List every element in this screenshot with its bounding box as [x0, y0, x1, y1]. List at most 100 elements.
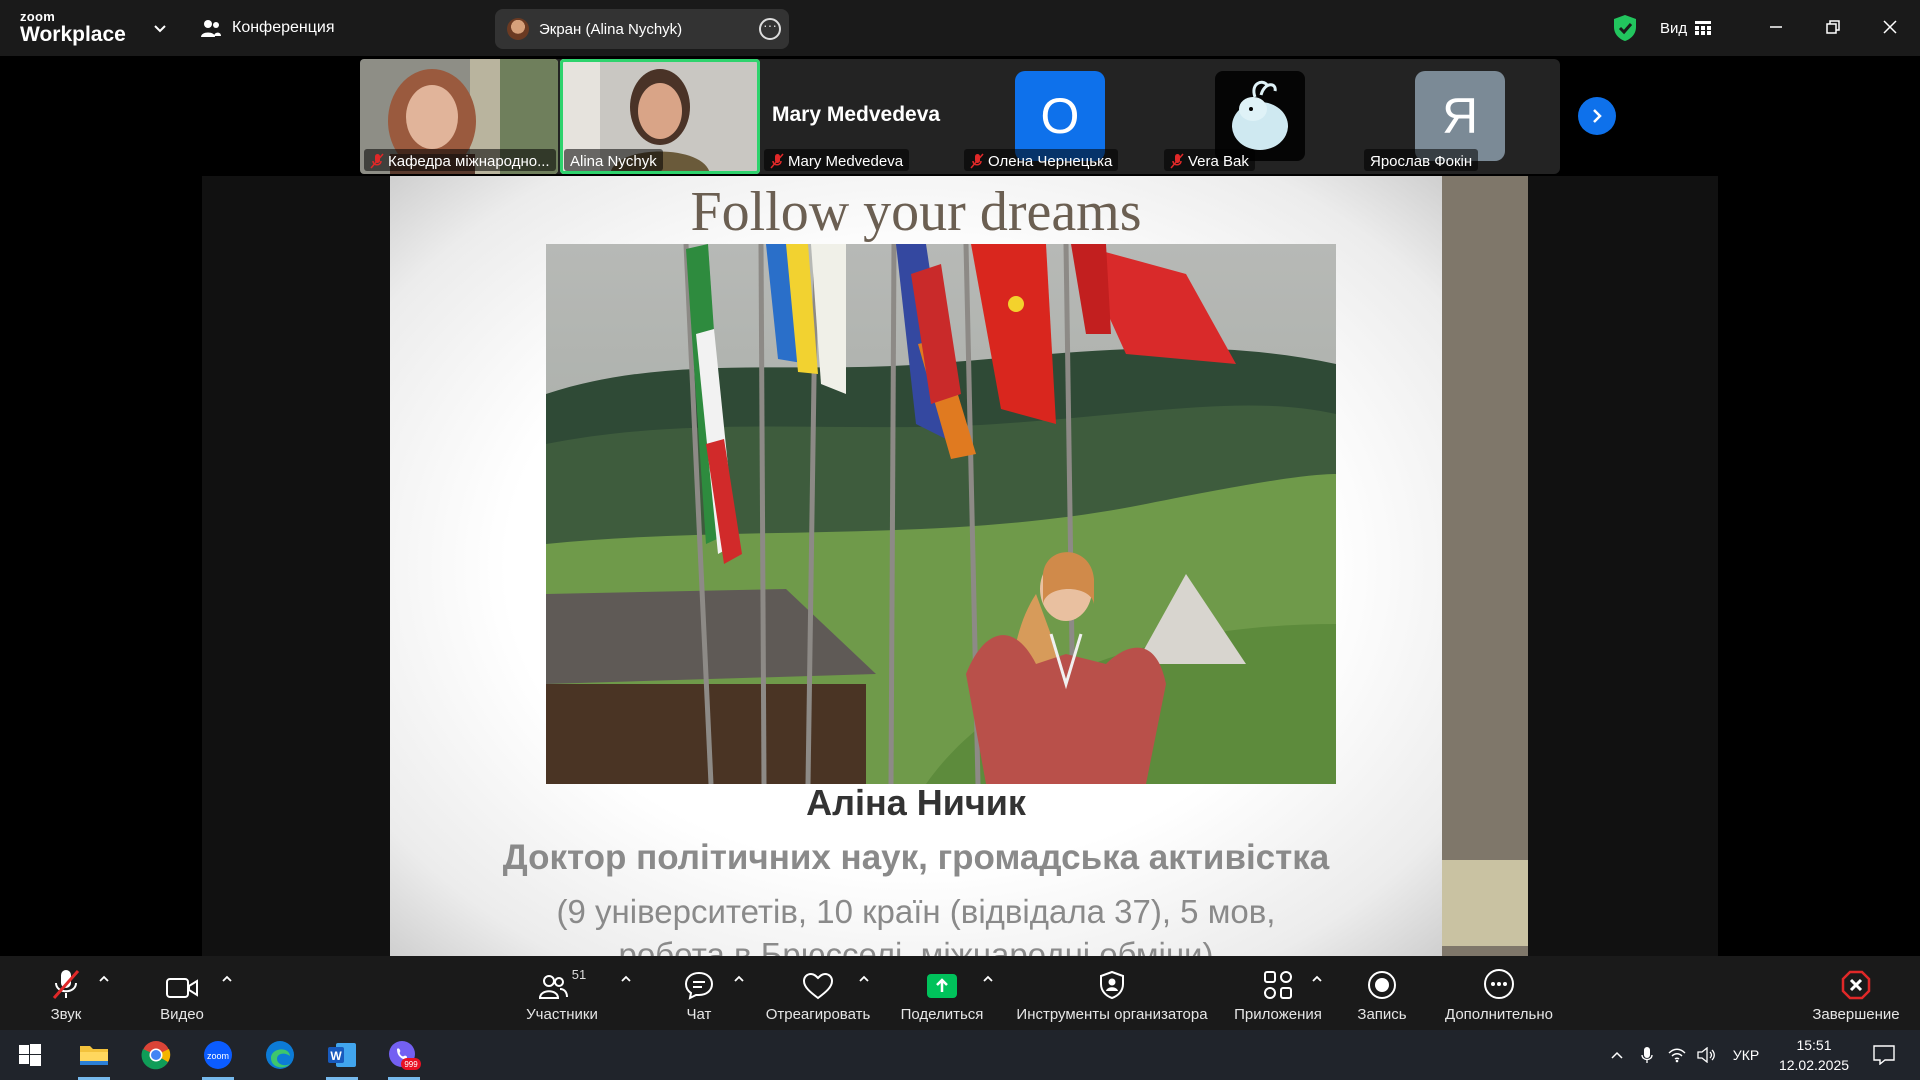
zoom-workplace-logo[interactable]: zoom Workplace: [20, 10, 126, 45]
participants-options-chevron-icon[interactable]: [620, 974, 632, 984]
viber-badge: 999: [404, 1060, 418, 1069]
participant-name: Кафедра міжнародно...: [388, 152, 550, 170]
participant-name-tag: Vera Bak Олена Чернецька: [964, 149, 1119, 171]
record-button[interactable]: Запись: [1348, 956, 1416, 1030]
audio-button[interactable]: Звук: [38, 956, 94, 1030]
slide-description-line-2: робота в Брюсселі, міжнародні обміни): [618, 936, 1214, 956]
windows-taskbar: zoom W 999 УКР 15:51 12.02.2025: [0, 1030, 1920, 1080]
share-options-chevron-icon[interactable]: [982, 974, 994, 984]
slide-speaker-title: Доктор політичних наук, громадська актив…: [502, 838, 1330, 877]
word-icon: W: [328, 1043, 356, 1067]
participant-name-tag: Alina Nychyk: [564, 149, 663, 171]
participant-name: Vera Bak: [1188, 152, 1249, 170]
slide-side-band: [1442, 860, 1528, 946]
apps-options-chevron-icon[interactable]: [1311, 974, 1323, 984]
slide-photo: [546, 244, 1336, 784]
edge-icon: [266, 1041, 294, 1069]
more-label: Дополнительно: [1445, 1006, 1553, 1023]
participants-icon: [538, 975, 568, 999]
minimize-button[interactable]: [1758, 12, 1794, 42]
svg-text:zoom: zoom: [207, 1051, 229, 1061]
participants-button[interactable]: 51 Участники: [520, 956, 604, 1030]
more-button[interactable]: Дополнительно: [1436, 956, 1562, 1030]
participant-tile[interactable]: Я Ярослав Фокін: [1360, 59, 1560, 174]
close-window-button[interactable]: [1872, 12, 1908, 42]
react-options-chevron-icon[interactable]: [858, 974, 870, 984]
minimize-icon: [1770, 26, 1782, 28]
slide-speaker-name: Аліна Ничик: [806, 782, 1026, 823]
chevron-right-icon: [1593, 109, 1602, 123]
mic-muted-icon: [770, 153, 784, 169]
mic-muted-icon: [1170, 153, 1184, 169]
encryption-shield-icon[interactable]: [1612, 14, 1638, 42]
participant-avatar: Я: [1415, 71, 1505, 161]
participant-tile[interactable]: О Vera Bak Олена Чернецька: [960, 59, 1160, 174]
apps-label: Приложения: [1234, 1006, 1322, 1023]
host-tools-label: Инструменты организатора: [1016, 1006, 1208, 1023]
share-screen-icon: [927, 974, 957, 998]
notification-icon: [1873, 1045, 1895, 1065]
restore-button[interactable]: [1815, 12, 1851, 42]
participant-tile[interactable]: Mary Medvedeva Mary Medvedeva: [760, 59, 960, 174]
folder-icon: [80, 1046, 108, 1065]
notifications-button[interactable]: [1864, 1030, 1904, 1080]
screen-share-indicator[interactable]: Экран (Alina Nychyk): [495, 9, 789, 49]
taskbar-file-explorer[interactable]: [64, 1030, 124, 1080]
meeting-label: Конференция: [232, 19, 335, 36]
video-options-chevron-icon[interactable]: [221, 974, 233, 984]
chat-button[interactable]: Чат: [674, 956, 724, 1030]
participant-display-name: Mary Medvedeva: [772, 103, 941, 126]
participant-name: Ярослав Фокін: [1370, 152, 1473, 170]
meeting-info-button[interactable]: Конференция: [200, 14, 335, 42]
taskbar-viber[interactable]: 999: [374, 1030, 434, 1080]
taskbar-zoom[interactable]: zoom: [188, 1030, 248, 1080]
tray-microphone[interactable]: [1636, 1030, 1658, 1080]
participant-name: Mary Medvedeva: [788, 152, 904, 170]
video-camera-icon: [166, 978, 198, 998]
tray-volume[interactable]: [1694, 1030, 1720, 1080]
end-meeting-button[interactable]: Завершение: [1806, 956, 1906, 1030]
taskbar-chrome[interactable]: [126, 1030, 186, 1080]
mic-muted-icon: [52, 970, 80, 999]
tray-clock[interactable]: 15:51 12.02.2025: [1774, 1035, 1854, 1075]
tray-network[interactable]: [1664, 1030, 1690, 1080]
view-button[interactable]: Вид: [1660, 14, 1712, 42]
audio-options-chevron-icon[interactable]: [98, 974, 110, 984]
react-button[interactable]: Отреагировать: [762, 956, 874, 1030]
show-hidden-icons-button[interactable]: [1604, 1030, 1630, 1080]
participant-tile[interactable]: Vera Bak: [1160, 59, 1360, 174]
clock-date: 12.02.2025: [1778, 1057, 1850, 1073]
next-page-button[interactable]: [1578, 97, 1616, 135]
participant-name-tag: Кафедра міжнародно...: [364, 149, 556, 171]
share-button[interactable]: Поделиться: [898, 956, 986, 1030]
more-options-icon[interactable]: [759, 17, 781, 40]
taskbar-edge[interactable]: [250, 1030, 310, 1080]
slide-title: Follow your dreams: [690, 181, 1142, 243]
start-button[interactable]: [0, 1030, 60, 1080]
tray-language[interactable]: УКР: [1726, 1030, 1766, 1080]
apps-icon: [1264, 971, 1292, 999]
windows-logo-icon: [19, 1044, 41, 1066]
record-label: Запись: [1357, 1006, 1407, 1023]
chat-options-chevron-icon[interactable]: [733, 974, 745, 984]
svg-text:W: W: [330, 1049, 342, 1063]
participant-tile[interactable]: Кафедра міжнародно...: [360, 59, 558, 174]
taskbar-word[interactable]: W: [312, 1030, 372, 1080]
chevron-down-icon[interactable]: [152, 20, 168, 36]
speaker-icon: [1697, 1047, 1715, 1063]
participant-name: Alina Nychyk: [570, 152, 657, 170]
chrome-icon: [141, 1041, 171, 1070]
clock-time: 15:51: [1796, 1037, 1832, 1053]
people-icon: [201, 20, 221, 37]
apps-button[interactable]: Приложения: [1228, 956, 1328, 1030]
host-tools-button[interactable]: Инструменты организатора: [1012, 956, 1212, 1030]
zoom-app-icon: zoom: [204, 1041, 232, 1069]
slide-side-panel: [1442, 176, 1528, 956]
close-icon: [1883, 20, 1897, 34]
video-button[interactable]: Видео: [152, 956, 212, 1030]
meeting-toolbar: Звук Видео 51 Участники Чат Отреагироват…: [0, 956, 1920, 1030]
chevron-up-icon: [1611, 1051, 1623, 1059]
view-label: Вид: [1660, 19, 1688, 37]
participant-tile-active-speaker[interactable]: Alina Nychyk: [560, 59, 760, 174]
screen-share-label: Экран (Alina Nychyk): [539, 20, 683, 38]
